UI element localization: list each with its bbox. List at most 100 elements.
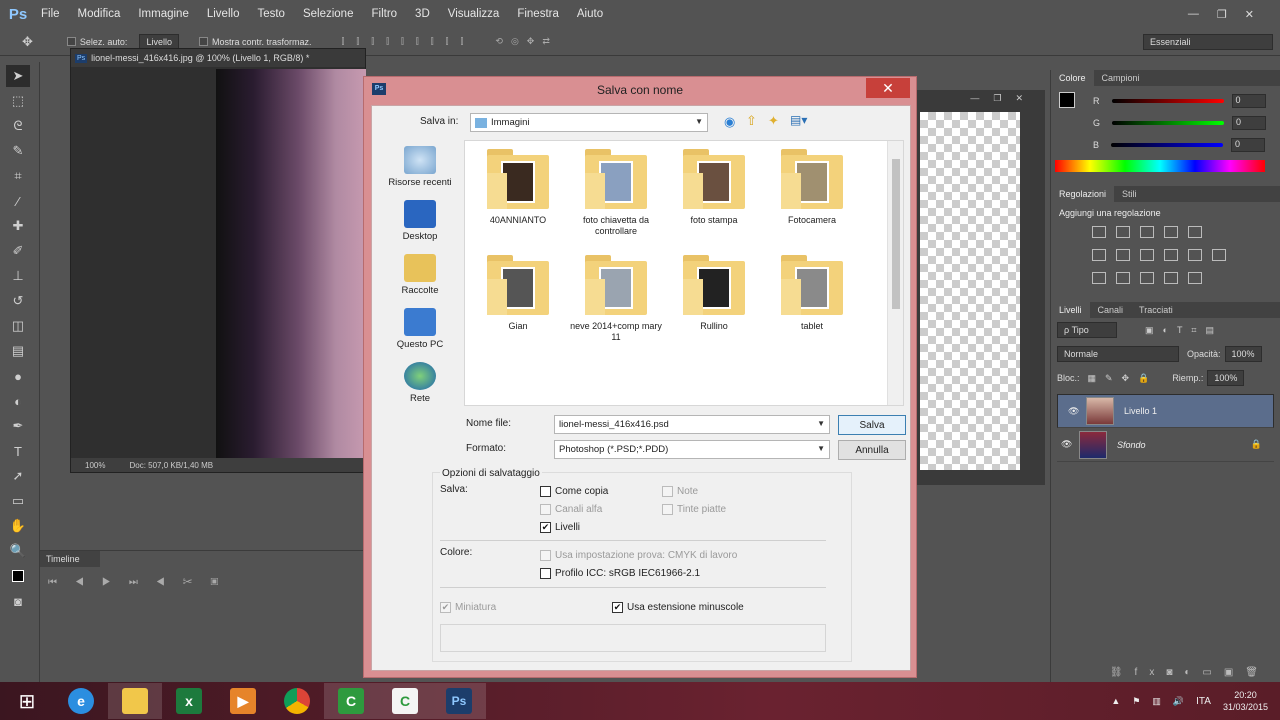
lasso-tool-icon[interactable]: ᘓ [6,115,30,137]
menu-3d[interactable]: 3D [406,8,439,20]
view-menu-icon[interactable]: ▤▾ [790,113,807,127]
menu-filtro[interactable]: Filtro [362,8,406,20]
doc-window-controls[interactable]: —❐✕ [970,93,1037,104]
start-button[interactable]: ⊞ [0,683,54,719]
menu-modifica[interactable]: Modifica [69,8,130,20]
history-brush-icon[interactable]: ↺ [6,290,30,312]
taskbar-camtasia[interactable]: C [324,683,378,719]
marquee-tool-icon[interactable]: ⬚ [6,90,30,112]
brush-tool-icon[interactable]: ✐ [6,240,30,262]
folder-item[interactable]: Gian [469,255,567,343]
exposure-icon[interactable] [1164,226,1178,238]
menu-visualizza[interactable]: Visualizza [439,8,509,20]
levels-icon[interactable] [1116,226,1130,238]
taskbar-excel[interactable]: x [162,683,216,719]
nav-desktop[interactable]: Desktop [380,200,460,242]
cancel-button[interactable]: Annulla [838,440,906,460]
document-tab[interactable]: Ps lionel-messi_416x416.jpg @ 100% (Live… [71,49,365,67]
crop-tool-icon[interactable]: ⌗ [6,165,30,187]
restore-button[interactable]: ❐ [1217,8,1227,21]
clone-stamp-icon[interactable]: ⊥ [6,265,30,287]
folder-item[interactable]: 40ANNIANTO [469,149,567,237]
selective-color-icon[interactable] [1188,272,1202,284]
opacity-field[interactable]: 100% [1224,346,1262,362]
3d-mode-icons[interactable]: ⟲◎✥⇄ [495,36,557,47]
timeline-tab[interactable]: Timeline [40,551,100,567]
tab-campioni[interactable]: Campioni [1094,70,1148,86]
document-canvas-image[interactable] [216,69,366,461]
scrollbar-thumb[interactable] [892,159,900,309]
format-dropdown[interactable]: Photoshop (*.PSD;*.PDD) ▼ [554,440,830,459]
volume-icon[interactable]: 🔊 [1173,696,1184,707]
as-copy-option[interactable]: Come copia [540,486,608,497]
type-tool-icon[interactable]: T [6,440,30,462]
folder-item[interactable]: tablet [763,255,861,343]
invert-icon[interactable] [1092,272,1106,284]
curves-icon[interactable] [1140,226,1154,238]
folder-item[interactable]: Fotocamera [763,149,861,237]
network-tray-icon[interactable]: ▥ [1152,696,1161,707]
dialog-close-button[interactable]: ✕ [866,78,910,98]
folder-item[interactable]: foto stampa [665,149,763,237]
lowercase-extension-option[interactable]: ✔ Usa estensione minuscole [612,602,744,613]
nav-network[interactable]: Rete [380,362,460,404]
foreground-color-swatch[interactable] [1059,92,1075,108]
clock[interactable]: 20:20 31/03/2015 [1223,689,1268,713]
taskbar-photoshop[interactable]: Ps [432,683,486,719]
move-tool-icon[interactable]: ✥ [22,34,33,50]
gradient-tool-icon[interactable]: ▤ [6,340,30,362]
layers-footer-icons[interactable]: ⛓fx◙◐▭▣🗑 [1110,667,1270,678]
g-slider[interactable] [1112,121,1225,125]
workspace-dropdown[interactable]: Essenziali [1143,33,1273,50]
folder-item[interactable]: foto chiavetta da controllare [567,149,665,237]
filename-field[interactable]: lionel-messi_416x416.psd ▼ [554,415,830,434]
layer-filter-icons[interactable]: ▣◐T⌗▤ [1145,325,1223,336]
shape-tool-icon[interactable]: ▭ [6,490,30,512]
menu-immagine[interactable]: Immagine [129,8,198,20]
gradient-map-icon[interactable] [1164,272,1178,284]
hue-saturation-icon[interactable] [1092,249,1106,261]
color-spectrum-bar[interactable] [1055,160,1265,172]
show-hidden-icons[interactable]: ▲ [1111,696,1120,706]
show-transform-checkbox[interactable] [198,37,208,46]
auto-select-checkbox[interactable] [66,37,76,46]
timeline-controls-icons[interactable]: ⏮◀▶⏭◀✂▣ [40,567,365,598]
threshold-icon[interactable] [1140,272,1154,284]
eye-icon[interactable]: 👁 [1068,406,1079,417]
language-indicator[interactable]: ITA [1196,696,1211,707]
tab-colore[interactable]: Colore [1051,70,1094,86]
menu-file[interactable]: File [32,8,69,20]
g-value[interactable]: 0 [1232,116,1267,130]
show-transform-option[interactable]: Mostra contr. trasformaz. [198,37,311,47]
color-swatches-icon[interactable] [6,565,30,587]
align-buttons-icons[interactable]: ⫿⫿⫿⫿⫿⫿⫿⫿⫿ [341,36,475,47]
nav-this-pc[interactable]: Questo PC [380,308,460,350]
minimize-button[interactable]: — [1188,8,1199,20]
zoom-level[interactable]: 100% [85,461,105,470]
pen-tool-icon[interactable]: ✒ [6,415,30,437]
zoom-tool-icon[interactable]: 🔍 [6,540,30,562]
as-copy-checkbox[interactable] [540,486,551,497]
vibrance-icon[interactable] [1188,226,1202,238]
photo-filter-icon[interactable] [1164,249,1178,261]
path-select-icon[interactable]: ➚ [6,465,30,487]
menu-selezione[interactable]: Selezione [294,8,363,20]
b-value[interactable]: 0 [1231,138,1266,152]
action-center-icon[interactable]: ⚑ [1132,696,1140,707]
icc-profile-option[interactable]: Profilo ICC: sRGB IEC61966-2.1 [540,568,700,579]
taskbar-media[interactable]: ▶ [216,683,270,719]
layer-row[interactable]: 👁 Livello 1 [1057,394,1274,428]
nav-recent[interactable]: Risorse recenti [380,146,460,188]
taskbar-ie[interactable]: e [54,683,108,719]
auto-select-option[interactable]: Selez. auto: [66,37,127,47]
dodge-tool-icon[interactable]: ◐ [6,390,30,412]
menu-aiuto[interactable]: Aiuto [568,8,612,20]
layer-filter-dropdown[interactable]: ρ Tipo [1057,322,1117,338]
back-icon[interactable]: ◉ [724,114,735,130]
blur-tool-icon[interactable]: ● [6,365,30,387]
posterize-icon[interactable] [1116,272,1130,284]
taskbar-explorer[interactable] [108,683,162,719]
menu-finestra[interactable]: Finestra [508,8,568,20]
new-folder-icon[interactable]: ✦ [768,113,779,129]
tab-canali[interactable]: Canali [1090,302,1132,318]
